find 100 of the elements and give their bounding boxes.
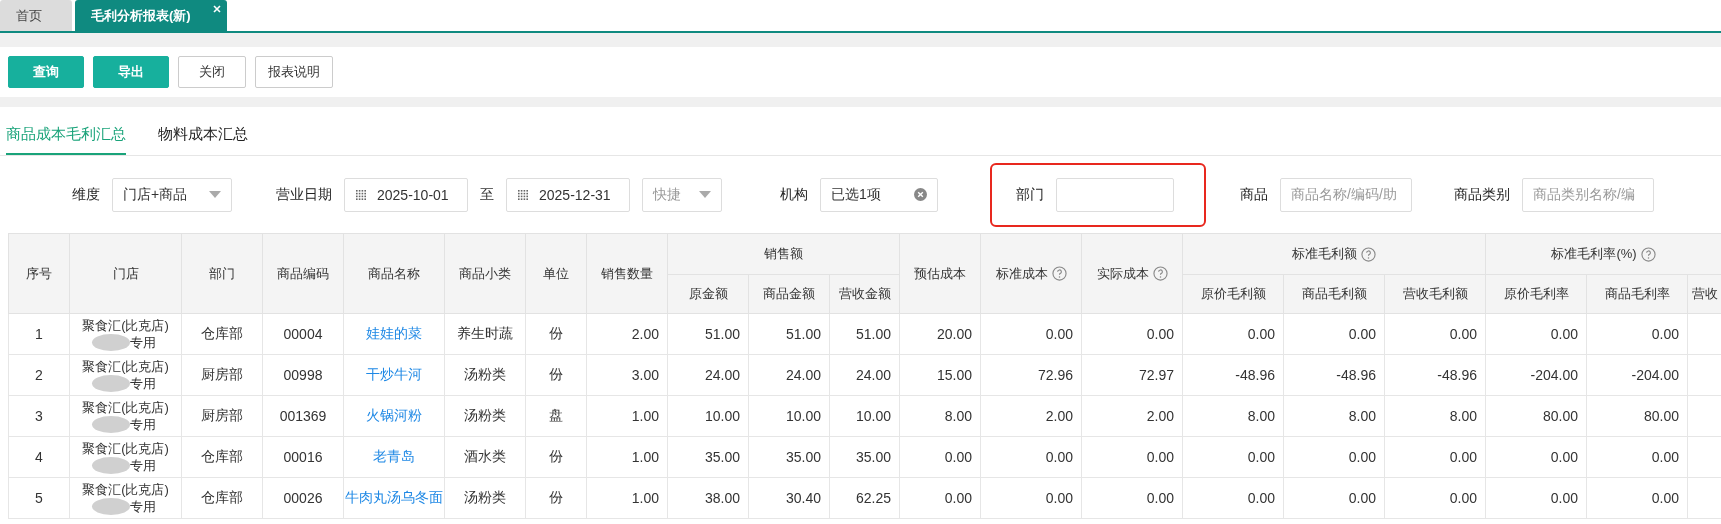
- quick-select[interactable]: 快捷: [642, 177, 722, 212]
- date-field[interactable]: 2025-12-31: [506, 177, 630, 212]
- input-field[interactable]: [1056, 177, 1174, 212]
- range-separator: 至: [480, 185, 494, 204]
- table-cell: 001369: [262, 395, 344, 437]
- table-cell: 汤粉类: [444, 354, 526, 396]
- filter-label: 部门: [1016, 185, 1044, 204]
- column-header: 商品毛利率: [1586, 274, 1688, 314]
- redaction-blob: [92, 457, 130, 474]
- store-name: 聚食汇(比克店): [81, 481, 170, 498]
- input-field[interactable]: 商品名称/编码/助: [1280, 177, 1412, 212]
- table-cell: 厨房部: [181, 395, 263, 437]
- table-cell: 份: [525, 354, 587, 396]
- table-cell: 38.00: [667, 477, 749, 519]
- table-cell: 酒水类: [444, 436, 526, 478]
- table-cell: 0.00: [1586, 436, 1688, 478]
- table-cell: 0.00: [980, 436, 1082, 478]
- clear-icon[interactable]: [914, 188, 927, 201]
- table-cell: 3.00: [586, 354, 668, 396]
- caret-icon: [209, 191, 221, 198]
- table-cell: 51.00: [829, 313, 900, 355]
- redaction-blob: [92, 498, 130, 515]
- store-note: 专用: [129, 334, 156, 351]
- toolbar-button[interactable]: 关闭: [178, 56, 246, 88]
- table-cell: 0.00: [1586, 313, 1688, 355]
- table-cell: 仓库部: [181, 313, 263, 355]
- table-cell: 10.00: [748, 395, 830, 437]
- table-cell: 80.00: [1586, 395, 1688, 437]
- store-name: 聚食汇(比克店): [81, 440, 170, 457]
- table-cell: 35.00: [748, 436, 830, 478]
- report-tab[interactable]: 物料成本汇总: [158, 107, 248, 155]
- table-cell: 4: [8, 436, 70, 478]
- table-cell: 0.00: [1586, 477, 1688, 519]
- table-cell: 00016: [262, 436, 344, 478]
- store-note: 专用: [129, 375, 156, 392]
- column-header: 营收金额: [829, 274, 900, 314]
- store-note: 专用: [129, 416, 156, 433]
- table-cell: 5: [8, 477, 70, 519]
- column-header: 商品名称: [343, 233, 445, 314]
- table-cell: 养生时蔬: [444, 313, 526, 355]
- page-tab[interactable]: 毛利分析报表(新): [75, 0, 227, 31]
- filter-label: 营业日期: [276, 185, 332, 204]
- redaction-blob: [92, 334, 130, 351]
- table-cell: 2.00: [586, 313, 668, 355]
- table-cell: 0.00: [1182, 313, 1284, 355]
- table-cell: 35.00: [829, 436, 900, 478]
- column-header: 原金额: [667, 274, 749, 314]
- column-header: 商品小类: [444, 233, 526, 314]
- column-header: 部门: [181, 233, 263, 314]
- toolbar-button[interactable]: 报表说明: [255, 56, 333, 88]
- table-cell: 51.00: [667, 313, 749, 355]
- table-cell: 24.00: [748, 354, 830, 396]
- table-cell: 汤粉类: [444, 477, 526, 519]
- page-tab[interactable]: 首页: [0, 0, 72, 31]
- table-cell: -48.96: [1283, 354, 1385, 396]
- toolbar-button[interactable]: 查询: [8, 56, 84, 88]
- store-name: 聚食汇(比克店): [81, 399, 170, 416]
- table-cell: 10.00: [829, 395, 900, 437]
- toolbar-button[interactable]: 导出: [93, 56, 169, 88]
- table-cell: 51.00: [748, 313, 830, 355]
- table-cell: 仓库部: [181, 436, 263, 478]
- dimension-select[interactable]: 门店+商品: [112, 177, 232, 212]
- redaction-blob: [92, 375, 130, 392]
- table-cell: 0.00: [1283, 477, 1385, 519]
- table-cell: 0.00: [1384, 477, 1486, 519]
- table-cell: 0.00: [1485, 313, 1587, 355]
- column-header: 营收毛利额: [1384, 274, 1486, 314]
- table-cell: 8.00: [1182, 395, 1284, 437]
- table-cell: 62.25: [829, 477, 900, 519]
- table-cell: 0.00: [1182, 436, 1284, 478]
- table-cell: 0.00: [899, 436, 981, 478]
- table-cell: 35.00: [667, 436, 749, 478]
- column-header: 销售数量: [586, 233, 668, 314]
- close-icon[interactable]: [212, 5, 221, 13]
- table-cell: 80.00: [1485, 395, 1587, 437]
- table-cell: -48.96: [1182, 354, 1284, 396]
- table-cell: 0.00: [899, 477, 981, 519]
- product-link[interactable]: 老青岛: [373, 448, 415, 464]
- calendar-icon: [355, 188, 367, 201]
- redaction-blob: [92, 416, 130, 433]
- column-header: 预估成本: [899, 233, 981, 314]
- column-header: 原价毛利率: [1485, 274, 1587, 314]
- table-cell: 0.00: [1081, 436, 1183, 478]
- table-cell: 72.97: [1081, 354, 1183, 396]
- org-select[interactable]: 已选1项: [820, 177, 938, 212]
- filter-label: 机构: [780, 185, 808, 204]
- table-cell: 盘: [525, 395, 587, 437]
- date-field[interactable]: 2025-10-01: [344, 177, 468, 212]
- table-cell: 24.00: [829, 354, 900, 396]
- table-cell: 20.00: [899, 313, 981, 355]
- table-cell: 0.00: [980, 477, 1082, 519]
- table-cell: 8.00: [1283, 395, 1385, 437]
- table-cell: 1.00: [586, 395, 668, 437]
- table-cell: 1: [8, 313, 70, 355]
- table-cell: 72.96: [980, 354, 1082, 396]
- input-field[interactable]: 商品类别名称/编: [1522, 177, 1654, 212]
- table-cell: 00026: [262, 477, 344, 519]
- table-cell: 0.00: [980, 313, 1082, 355]
- report-tab[interactable]: 商品成本毛利汇总: [6, 107, 126, 155]
- table-cell: -204.00: [1485, 354, 1587, 396]
